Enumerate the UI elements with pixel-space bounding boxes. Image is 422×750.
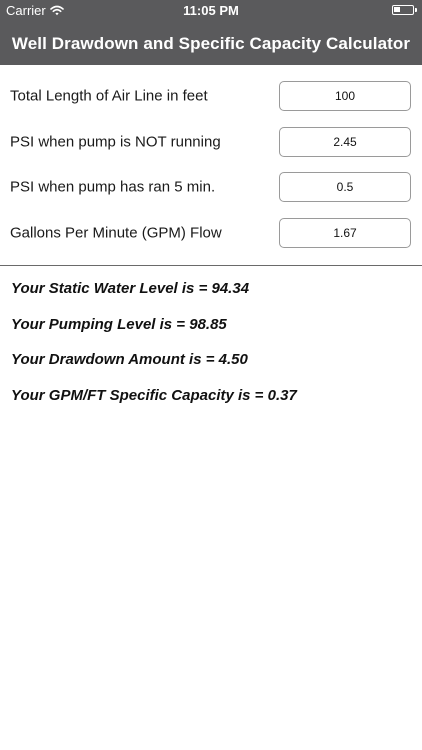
gpm-flow-row: Gallons Per Minute (GPM) Flow <box>0 210 422 256</box>
psi-after-5min-label: PSI when pump has ran 5 min. <box>10 178 216 196</box>
gpm-flow-input[interactable] <box>279 218 411 248</box>
gpm-flow-label: Gallons Per Minute (GPM) Flow <box>10 224 222 242</box>
psi-after-5min-input[interactable] <box>279 172 411 202</box>
status-time: 11:05 PM <box>183 3 239 18</box>
static-water-level-result: Your Static Water Level is = 94.34 <box>11 280 250 297</box>
psi-after-5min-row: PSI when pump has ran 5 min. <box>0 164 422 210</box>
psi-not-running-row: PSI when pump is NOT running <box>0 119 422 165</box>
section-divider <box>0 265 422 266</box>
page-title: Well Drawdown and Specific Capacity Calc… <box>11 34 411 53</box>
battery-icon <box>392 5 417 15</box>
navigation-header: Carrier 11:05 PM Well Drawdown and Speci… <box>0 0 422 65</box>
air-line-length-row: Total Length of Air Line in feet <box>0 73 422 119</box>
drawdown-amount-result: Your Drawdown Amount is = 4.50 <box>11 351 248 368</box>
psi-not-running-input[interactable] <box>279 127 411 157</box>
status-bar: Carrier 11:05 PM <box>0 0 422 22</box>
pumping-level-result: Your Pumping Level is = 98.85 <box>11 316 227 333</box>
air-line-length-label: Total Length of Air Line in feet <box>10 87 208 105</box>
air-line-length-input[interactable] <box>279 81 411 111</box>
psi-not-running-label: PSI when pump is NOT running <box>10 133 221 151</box>
specific-capacity-result: Your GPM/FT Specific Capacity is = 0.37 <box>11 387 297 404</box>
